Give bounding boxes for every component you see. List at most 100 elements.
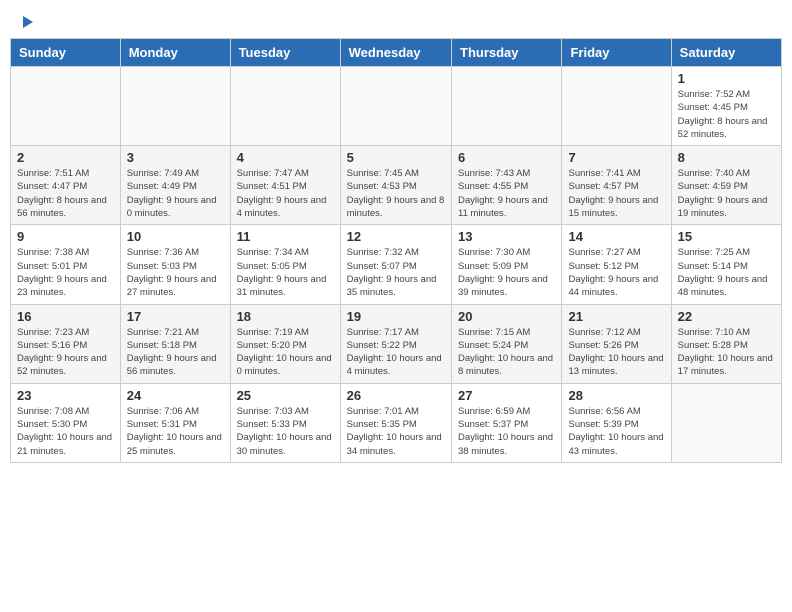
day-info: Sunrise: 7:32 AM Sunset: 5:07 PM Dayligh…	[347, 246, 445, 299]
calendar-day-cell	[11, 67, 121, 146]
calendar-day-cell	[120, 67, 230, 146]
day-number: 2	[17, 150, 114, 165]
day-info: Sunrise: 7:12 AM Sunset: 5:26 PM Dayligh…	[568, 326, 664, 379]
calendar-day-cell: 18 Sunrise: 7:19 AM Sunset: 5:20 PM Dayli…	[230, 304, 340, 383]
day-info: Sunrise: 6:59 AM Sunset: 5:37 PM Dayligh…	[458, 405, 555, 458]
day-info: Sunrise: 7:52 AM Sunset: 4:45 PM Dayligh…	[678, 88, 775, 141]
calendar-day-header: Saturday	[671, 39, 781, 67]
day-number: 19	[347, 309, 445, 324]
day-number: 12	[347, 229, 445, 244]
day-info: Sunrise: 7:23 AM Sunset: 5:16 PM Dayligh…	[17, 326, 114, 379]
day-info: Sunrise: 7:36 AM Sunset: 5:03 PM Dayligh…	[127, 246, 224, 299]
calendar-day-cell: 23 Sunrise: 7:08 AM Sunset: 5:30 PM Dayli…	[11, 383, 121, 462]
calendar-day-cell: 25 Sunrise: 7:03 AM Sunset: 5:33 PM Dayli…	[230, 383, 340, 462]
day-info: Sunrise: 7:25 AM Sunset: 5:14 PM Dayligh…	[678, 246, 775, 299]
calendar-week-row: 2 Sunrise: 7:51 AM Sunset: 4:47 PM Daylig…	[11, 146, 782, 225]
day-info: Sunrise: 6:56 AM Sunset: 5:39 PM Dayligh…	[568, 405, 664, 458]
calendar-day-cell: 28 Sunrise: 6:56 AM Sunset: 5:39 PM Dayli…	[562, 383, 671, 462]
calendar-day-header: Tuesday	[230, 39, 340, 67]
day-info: Sunrise: 7:06 AM Sunset: 5:31 PM Dayligh…	[127, 405, 224, 458]
day-number: 26	[347, 388, 445, 403]
calendar-day-cell: 6Sunrise: 7:43 AM Sunset: 4:55 PM Daylig…	[452, 146, 562, 225]
day-info: Sunrise: 7:30 AM Sunset: 5:09 PM Dayligh…	[458, 246, 555, 299]
calendar-day-header: Friday	[562, 39, 671, 67]
day-number: 11	[237, 229, 334, 244]
calendar-table: SundayMondayTuesdayWednesdayThursdayFrid…	[10, 38, 782, 463]
calendar-day-cell	[340, 67, 451, 146]
day-number: 18	[237, 309, 334, 324]
calendar-day-header: Thursday	[452, 39, 562, 67]
day-number: 9	[17, 229, 114, 244]
calendar-day-cell: 4Sunrise: 7:47 AM Sunset: 4:51 PM Daylig…	[230, 146, 340, 225]
calendar-day-header: Sunday	[11, 39, 121, 67]
day-number: 24	[127, 388, 224, 403]
day-number: 15	[678, 229, 775, 244]
day-info: Sunrise: 7:43 AM Sunset: 4:55 PM Dayligh…	[458, 167, 555, 220]
day-number: 28	[568, 388, 664, 403]
calendar-day-header: Wednesday	[340, 39, 451, 67]
calendar-day-cell	[562, 67, 671, 146]
calendar-day-cell: 10 Sunrise: 7:36 AM Sunset: 5:03 PM Dayli…	[120, 225, 230, 304]
day-info: Sunrise: 7:40 AM Sunset: 4:59 PM Dayligh…	[678, 167, 775, 220]
calendar-day-cell: 13Sunrise: 7:30 AM Sunset: 5:09 PM Dayli…	[452, 225, 562, 304]
calendar-day-cell: 17 Sunrise: 7:21 AM Sunset: 5:18 PM Dayli…	[120, 304, 230, 383]
day-info: Sunrise: 7:08 AM Sunset: 5:30 PM Dayligh…	[17, 405, 114, 458]
calendar-day-cell: 15 Sunrise: 7:25 AM Sunset: 5:14 PM Dayli…	[671, 225, 781, 304]
calendar-day-cell: 22 Sunrise: 7:10 AM Sunset: 5:28 PM Dayli…	[671, 304, 781, 383]
day-number: 23	[17, 388, 114, 403]
day-number: 16	[17, 309, 114, 324]
day-info: Sunrise: 7:10 AM Sunset: 5:28 PM Dayligh…	[678, 326, 775, 379]
calendar-day-cell	[230, 67, 340, 146]
calendar-day-cell: 12 Sunrise: 7:32 AM Sunset: 5:07 PM Dayli…	[340, 225, 451, 304]
logo-arrow-icon	[23, 16, 33, 28]
logo	[20, 20, 33, 28]
day-info: Sunrise: 7:45 AM Sunset: 4:53 PM Dayligh…	[347, 167, 445, 220]
day-number: 10	[127, 229, 224, 244]
calendar-day-cell	[671, 383, 781, 462]
calendar-day-cell: 24 Sunrise: 7:06 AM Sunset: 5:31 PM Dayli…	[120, 383, 230, 462]
calendar-day-cell: 16 Sunrise: 7:23 AM Sunset: 5:16 PM Dayli…	[11, 304, 121, 383]
day-info: Sunrise: 7:51 AM Sunset: 4:47 PM Dayligh…	[17, 167, 114, 220]
calendar-day-cell: 9 Sunrise: 7:38 AM Sunset: 5:01 PM Daylig…	[11, 225, 121, 304]
day-info: Sunrise: 7:34 AM Sunset: 5:05 PM Dayligh…	[237, 246, 334, 299]
calendar-day-header: Monday	[120, 39, 230, 67]
day-number: 22	[678, 309, 775, 324]
calendar-day-cell: 8 Sunrise: 7:40 AM Sunset: 4:59 PM Daylig…	[671, 146, 781, 225]
day-number: 4	[237, 150, 334, 165]
day-info: Sunrise: 7:38 AM Sunset: 5:01 PM Dayligh…	[17, 246, 114, 299]
calendar-day-cell: 11 Sunrise: 7:34 AM Sunset: 5:05 PM Dayli…	[230, 225, 340, 304]
day-info: Sunrise: 7:41 AM Sunset: 4:57 PM Dayligh…	[568, 167, 664, 220]
calendar-day-cell	[452, 67, 562, 146]
day-info: Sunrise: 7:19 AM Sunset: 5:20 PM Dayligh…	[237, 326, 334, 379]
calendar-day-cell: 2 Sunrise: 7:51 AM Sunset: 4:47 PM Daylig…	[11, 146, 121, 225]
day-number: 25	[237, 388, 334, 403]
calendar-day-cell: 19Sunrise: 7:17 AM Sunset: 5:22 PM Dayli…	[340, 304, 451, 383]
day-info: Sunrise: 7:49 AM Sunset: 4:49 PM Dayligh…	[127, 167, 224, 220]
calendar-week-row: 9 Sunrise: 7:38 AM Sunset: 5:01 PM Daylig…	[11, 225, 782, 304]
day-info: Sunrise: 7:21 AM Sunset: 5:18 PM Dayligh…	[127, 326, 224, 379]
day-number: 5	[347, 150, 445, 165]
calendar-day-cell: 5 Sunrise: 7:45 AM Sunset: 4:53 PM Daylig…	[340, 146, 451, 225]
calendar-day-cell: 20 Sunrise: 7:15 AM Sunset: 5:24 PM Dayli…	[452, 304, 562, 383]
day-info: Sunrise: 7:15 AM Sunset: 5:24 PM Dayligh…	[458, 326, 555, 379]
calendar-day-cell: 26 Sunrise: 7:01 AM Sunset: 5:35 PM Dayli…	[340, 383, 451, 462]
day-number: 7	[568, 150, 664, 165]
calendar-day-cell: 27 Sunrise: 6:59 AM Sunset: 5:37 PM Dayli…	[452, 383, 562, 462]
day-number: 27	[458, 388, 555, 403]
calendar-day-cell: 14Sunrise: 7:27 AM Sunset: 5:12 PM Dayli…	[562, 225, 671, 304]
day-info: Sunrise: 7:03 AM Sunset: 5:33 PM Dayligh…	[237, 405, 334, 458]
calendar-week-row: 23 Sunrise: 7:08 AM Sunset: 5:30 PM Dayli…	[11, 383, 782, 462]
day-number: 20	[458, 309, 555, 324]
page-header	[10, 10, 782, 33]
day-number: 8	[678, 150, 775, 165]
day-info: Sunrise: 7:01 AM Sunset: 5:35 PM Dayligh…	[347, 405, 445, 458]
day-number: 21	[568, 309, 664, 324]
calendar-header-row: SundayMondayTuesdayWednesdayThursdayFrid…	[11, 39, 782, 67]
day-number: 3	[127, 150, 224, 165]
calendar-week-row: 16 Sunrise: 7:23 AM Sunset: 5:16 PM Dayli…	[11, 304, 782, 383]
day-number: 17	[127, 309, 224, 324]
calendar-day-cell: 3 Sunrise: 7:49 AM Sunset: 4:49 PM Daylig…	[120, 146, 230, 225]
calendar-day-cell: 7 Sunrise: 7:41 AM Sunset: 4:57 PM Daylig…	[562, 146, 671, 225]
calendar-day-cell: 21 Sunrise: 7:12 AM Sunset: 5:26 PM Dayli…	[562, 304, 671, 383]
calendar-week-row: 1Sunrise: 7:52 AM Sunset: 4:45 PM Daylig…	[11, 67, 782, 146]
